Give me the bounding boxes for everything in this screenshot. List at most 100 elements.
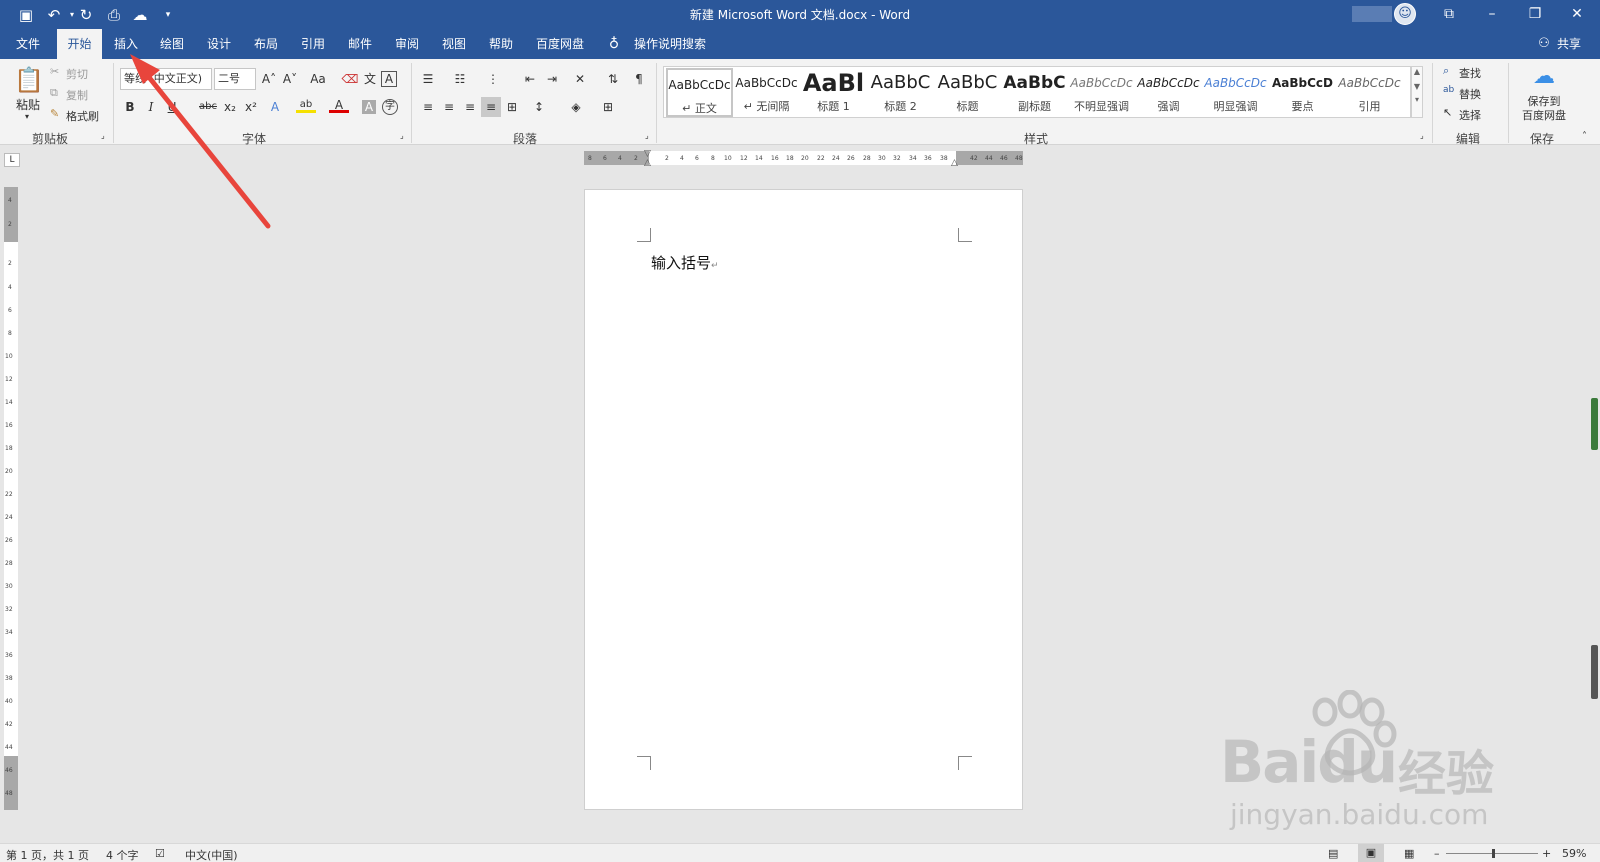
show-marks-icon[interactable]: ¶ (629, 69, 649, 89)
paste-icon[interactable]: 📋 (14, 65, 44, 95)
tab-baidu-netdisk[interactable]: 百度网盘 (530, 29, 590, 59)
zoom-out-icon[interactable]: – (1434, 847, 1440, 860)
subscript-button[interactable]: x₂ (220, 97, 240, 117)
superscript-button[interactable]: x² (241, 97, 261, 117)
borders-icon[interactable]: ⊞ (598, 97, 618, 117)
web-layout-icon[interactable]: ▦ (1404, 847, 1414, 860)
style-strong[interactable]: AaBbCcD 要点 (1269, 68, 1336, 117)
ribbon-display-options-icon[interactable]: ⧉ (1434, 3, 1464, 25)
user-name[interactable] (1352, 6, 1392, 22)
strikethrough-button[interactable]: abc (196, 97, 220, 117)
numbering-icon[interactable]: ☷ (450, 69, 470, 89)
cut-button[interactable]: 剪切 (66, 66, 88, 82)
baidu-netdisk-icon[interactable]: ☁ (1529, 64, 1559, 90)
close-icon[interactable]: ✕ (1562, 3, 1592, 25)
replace-icon[interactable]: ab (1443, 85, 1454, 95)
share-button[interactable]: 共享 (1554, 29, 1584, 59)
underline-button[interactable]: U (162, 97, 182, 117)
style-no-spacing[interactable]: AaBbCcDc ↵ 无间隔 (733, 68, 800, 117)
word-count[interactable]: 4 个字 (106, 847, 139, 862)
save-to-baidu-button[interactable]: 保存到 百度网盘 (1516, 95, 1572, 123)
tab-draw[interactable]: 绘图 (152, 29, 192, 59)
sort-icon[interactable]: ⇅ (603, 69, 623, 89)
font-color-icon[interactable]: A (329, 95, 349, 113)
paragraph-launcher-icon[interactable]: ⌟ (645, 131, 649, 140)
user-avatar-icon[interactable]: ☺ (1394, 3, 1416, 25)
clear-formatting-icon[interactable]: ⌫ (340, 69, 360, 89)
font-launcher-icon[interactable]: ⌟ (400, 131, 404, 140)
cut-icon[interactable]: ✂ (50, 65, 59, 78)
style-quote[interactable]: AaBbCcDc 引用 (1336, 68, 1403, 117)
bullets-icon[interactable]: ☰ (418, 69, 438, 89)
proofing-icon[interactable]: ☑ (155, 847, 165, 860)
align-right-icon[interactable]: ≡ (460, 97, 480, 117)
font-name-select[interactable]: 等线 (中文正文) (120, 68, 212, 90)
tab-layout[interactable]: 布局 (246, 29, 286, 59)
styles-launcher-icon[interactable]: ⌟ (1420, 131, 1424, 140)
style-subtle-emphasis[interactable]: AaBbCcDc 不明显强调 (1068, 68, 1135, 117)
phonetic-guide-icon[interactable]: 文 (360, 69, 380, 89)
style-heading-2[interactable]: AaBbC 标题 2 (867, 68, 934, 117)
tab-mailings[interactable]: 邮件 (340, 29, 380, 59)
shrink-font-icon[interactable]: A˅ (280, 69, 300, 89)
zoom-in-icon[interactable]: + (1542, 847, 1551, 860)
minimize-icon[interactable]: – (1477, 3, 1507, 25)
replace-button[interactable]: 替换 (1459, 86, 1481, 102)
indent-marker-icon[interactable]: ▽ △ (644, 150, 654, 168)
styles-gallery-scroll[interactable]: ▲ ▼ ▾ (1411, 66, 1423, 118)
page-count[interactable]: 第 1 页，共 1 页 (6, 847, 89, 862)
align-center-icon[interactable]: ≡ (439, 97, 459, 117)
style-intense-emphasis[interactable]: AaBbCcDc 明显强调 (1202, 68, 1269, 117)
italic-button[interactable]: I (141, 97, 161, 117)
document-page[interactable]: 输入括号↵ (584, 189, 1023, 810)
tab-selector[interactable]: L (4, 153, 20, 167)
highlight-color-icon[interactable]: ab (296, 95, 316, 113)
format-painter-button[interactable]: 格式刷 (66, 108, 99, 124)
format-painter-icon[interactable]: ✎ (50, 107, 59, 120)
zoom-slider-thumb[interactable] (1492, 849, 1495, 858)
change-case-icon[interactable]: Aa (305, 69, 331, 89)
style-subtitle[interactable]: AaBbC 副标题 (1001, 68, 1068, 117)
more-styles-icon[interactable]: ▾ (1412, 95, 1422, 104)
paste-label[interactable]: 粘贴 (16, 96, 40, 113)
increase-indent-icon[interactable]: ⇥ (542, 69, 562, 89)
tab-file[interactable]: 文件 (8, 29, 48, 59)
print-layout-icon[interactable]: ▣ (1358, 844, 1384, 862)
bold-button[interactable]: B (120, 97, 140, 117)
style-title[interactable]: AaBbC 标题 (934, 68, 1001, 117)
tab-view[interactable]: 视图 (434, 29, 474, 59)
vertical-ruler[interactable]: 4 2 2 4 6 8 10 12 14 16 18 20 22 24 26 2… (4, 187, 18, 810)
tab-insert[interactable]: 插入 (106, 29, 146, 59)
text-effects-icon[interactable]: A (265, 97, 285, 117)
right-indent-marker-icon[interactable]: △ (951, 158, 961, 168)
tab-help[interactable]: 帮助 (481, 29, 521, 59)
scrollbar-marker[interactable] (1591, 645, 1598, 699)
language-indicator[interactable]: 中文(中国) (185, 847, 238, 862)
justify-icon[interactable]: ≡ (481, 97, 501, 117)
document-text[interactable]: 输入括号↵ (651, 252, 719, 273)
read-mode-icon[interactable]: ▤ (1328, 847, 1338, 860)
scrollbar-thumb[interactable] (1591, 398, 1598, 450)
select-button[interactable]: 选择 (1459, 107, 1481, 123)
zoom-level[interactable]: 59% (1562, 847, 1586, 860)
scroll-up-icon[interactable]: ▲ (1412, 67, 1422, 76)
character-border-icon[interactable]: A (381, 71, 397, 87)
tab-design[interactable]: 设计 (199, 29, 239, 59)
character-shading-icon[interactable]: A (362, 100, 376, 114)
tell-me-search[interactable]: 操作说明搜索 (630, 29, 710, 59)
tab-home[interactable]: 开始 (57, 29, 102, 59)
style-normal[interactable]: AaBbCcDc ↵ 正文 (666, 68, 733, 117)
find-icon[interactable]: ⌕ (1443, 64, 1449, 78)
style-emphasis[interactable]: AaBbCcDc 强调 (1135, 68, 1202, 117)
decrease-indent-icon[interactable]: ⇤ (520, 69, 540, 89)
line-spacing-icon[interactable]: ↕ (529, 97, 549, 117)
multilevel-list-icon[interactable]: ⋮ (483, 69, 503, 89)
distributed-icon[interactable]: ⊞ (502, 97, 522, 117)
scroll-down-icon[interactable]: ▼ (1412, 82, 1422, 91)
paragraph-text[interactable]: 输入括号 (651, 254, 711, 272)
grow-font-icon[interactable]: A˄ (259, 69, 279, 89)
find-button[interactable]: 查找 (1459, 65, 1481, 81)
copy-icon[interactable]: ⧉ (50, 86, 58, 100)
tab-review[interactable]: 审阅 (387, 29, 427, 59)
copy-button[interactable]: 复制 (66, 87, 88, 103)
